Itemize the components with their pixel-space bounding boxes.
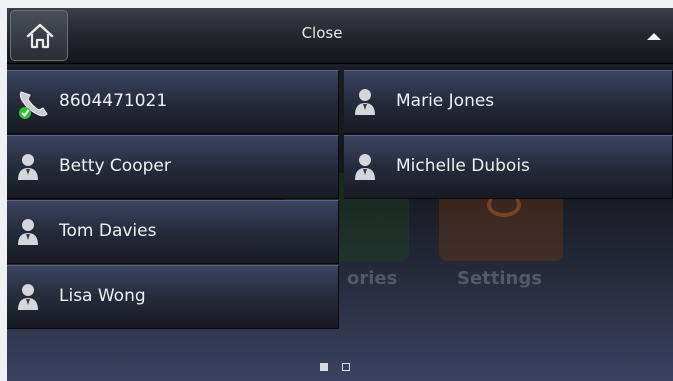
person-icon <box>17 283 39 315</box>
phone-handset-check-icon <box>17 88 51 124</box>
accessories-app-label: ories <box>347 268 398 289</box>
phone-screen: ories Settings Close 8604471021 Marie Jo… <box>7 8 673 381</box>
contact-tile-betty-cooper[interactable]: Betty Cooper <box>7 135 339 199</box>
header-bar[interactable]: Close <box>7 8 673 64</box>
contact-tile-lisa-wong[interactable]: Lisa Wong <box>7 265 339 329</box>
page-dot-inactive[interactable] <box>342 363 350 371</box>
person-icon <box>17 218 39 250</box>
settings-app-label: Settings <box>457 268 542 289</box>
home-icon <box>26 23 54 49</box>
person-icon <box>17 153 39 185</box>
contact-label: Betty Cooper <box>59 156 171 176</box>
contact-tile-michelle-dubois[interactable]: Michelle Dubois <box>344 135 673 199</box>
contact-tile-marie-jones[interactable]: Marie Jones <box>344 70 673 134</box>
home-button[interactable] <box>10 10 68 61</box>
contact-tile-tom-davies[interactable]: Tom Davies <box>7 200 339 264</box>
person-icon <box>354 88 376 120</box>
contact-label: Tom Davies <box>59 221 157 241</box>
contact-tile-number[interactable]: 8604471021 <box>7 70 339 134</box>
close-button[interactable]: Close <box>247 8 397 63</box>
contact-label: Lisa Wong <box>59 286 146 306</box>
page-dot-active[interactable] <box>320 363 328 371</box>
contact-label: Michelle Dubois <box>396 156 530 176</box>
collapse-caret-icon[interactable] <box>647 33 661 40</box>
person-icon <box>354 153 376 185</box>
contact-label: Marie Jones <box>396 91 495 111</box>
contact-label: 8604471021 <box>59 91 168 111</box>
